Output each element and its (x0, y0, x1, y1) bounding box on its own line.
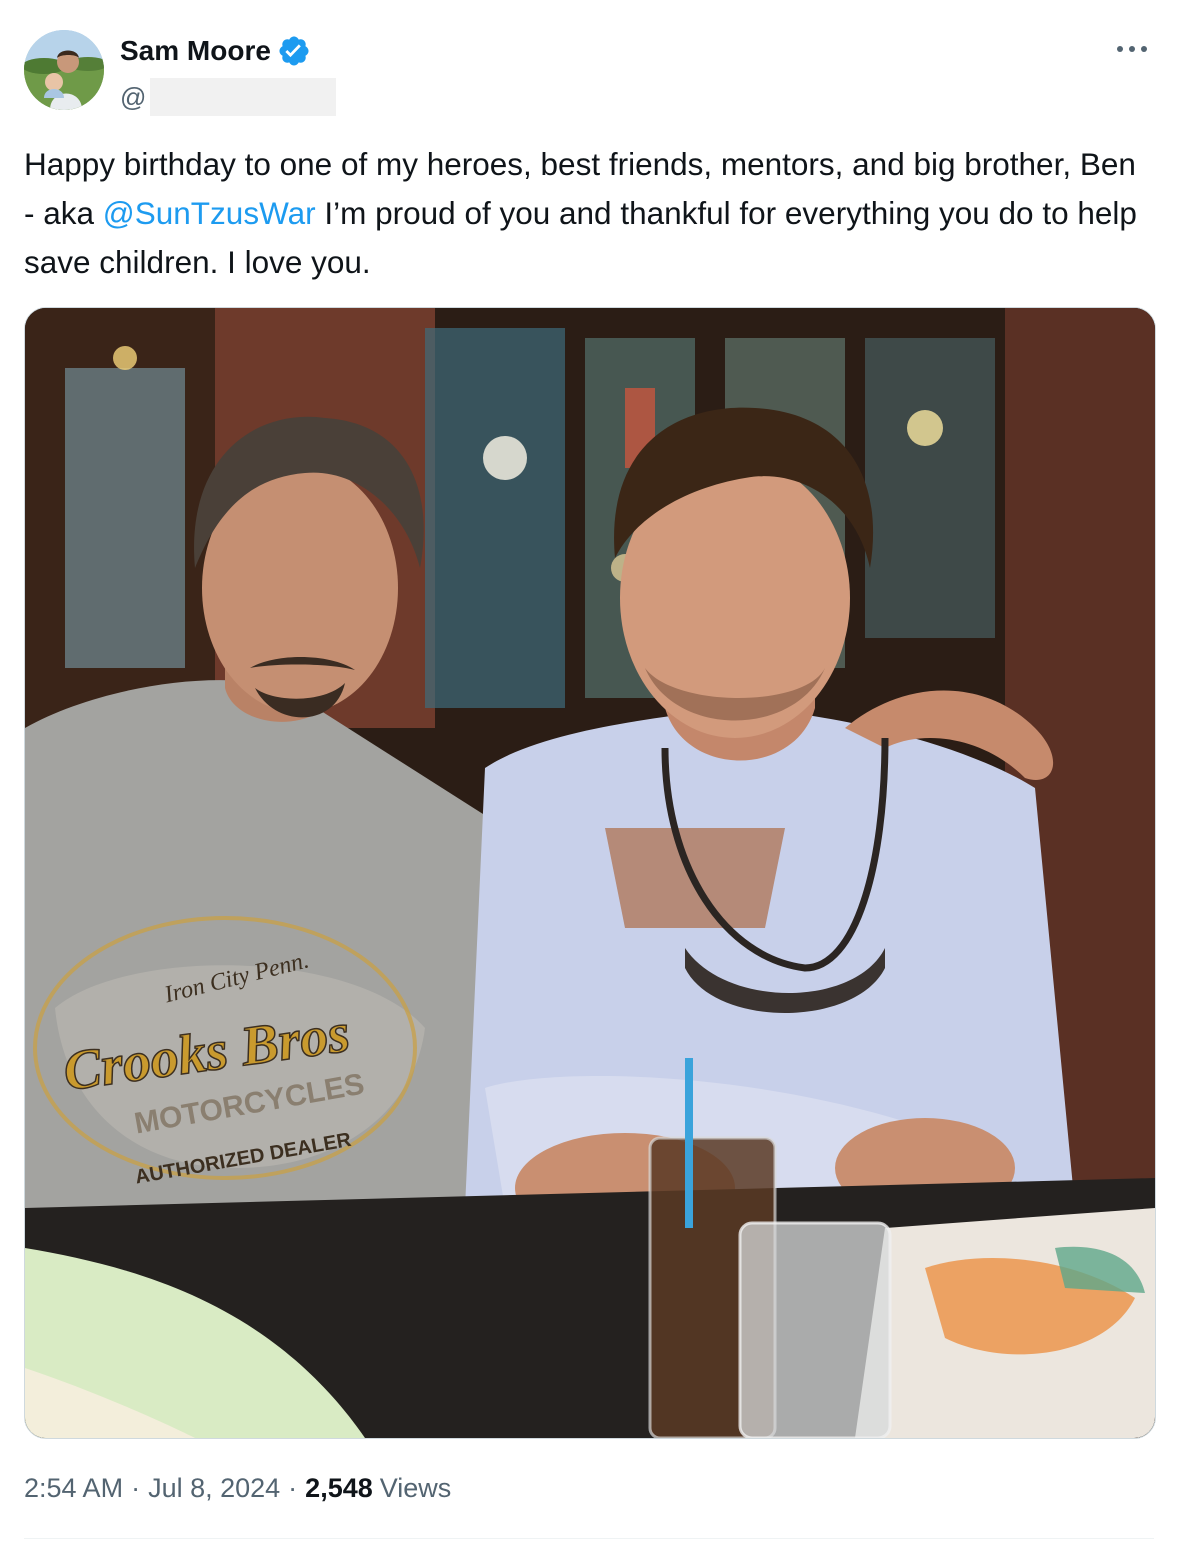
tweet-card: Sam Moore @ Happy birthday to one of my … (0, 0, 1202, 1544)
views-count[interactable]: 2,548 (305, 1468, 373, 1508)
views-label[interactable]: Views (380, 1468, 452, 1508)
avatar[interactable] (24, 30, 104, 110)
tweet-text: Happy birthday to one of my heroes, best… (24, 140, 1144, 287)
handle-redaction (150, 78, 337, 116)
tweet-time[interactable]: 2:54 AM (24, 1468, 123, 1508)
more-horizontal-icon (1117, 46, 1147, 52)
author-handle[interactable]: @ (120, 78, 146, 116)
divider (24, 1538, 1154, 1539)
meta-separator: · (288, 1473, 298, 1503)
avatar-photo (24, 30, 104, 110)
verified-badge-icon (277, 34, 311, 68)
meta-separator: · (131, 1473, 141, 1503)
more-options-button[interactable] (1112, 34, 1152, 64)
mention-link[interactable]: @SunTzusWar (103, 195, 316, 231)
tweet-photo[interactable]: Iron City Penn. Crooks Bros MOTORCYCLES … (24, 307, 1156, 1439)
tweet-meta: 2:54 AM · Jul 8, 2024 · 2,548 Views (24, 1468, 451, 1508)
photo-illustration: Iron City Penn. Crooks Bros MOTORCYCLES … (25, 308, 1155, 1438)
author-display-name[interactable]: Sam Moore (120, 33, 271, 69)
author-name-row[interactable]: Sam Moore (120, 33, 311, 69)
tweet-date[interactable]: Jul 8, 2024 (148, 1468, 280, 1508)
author-handle-row[interactable]: @ (120, 78, 337, 116)
